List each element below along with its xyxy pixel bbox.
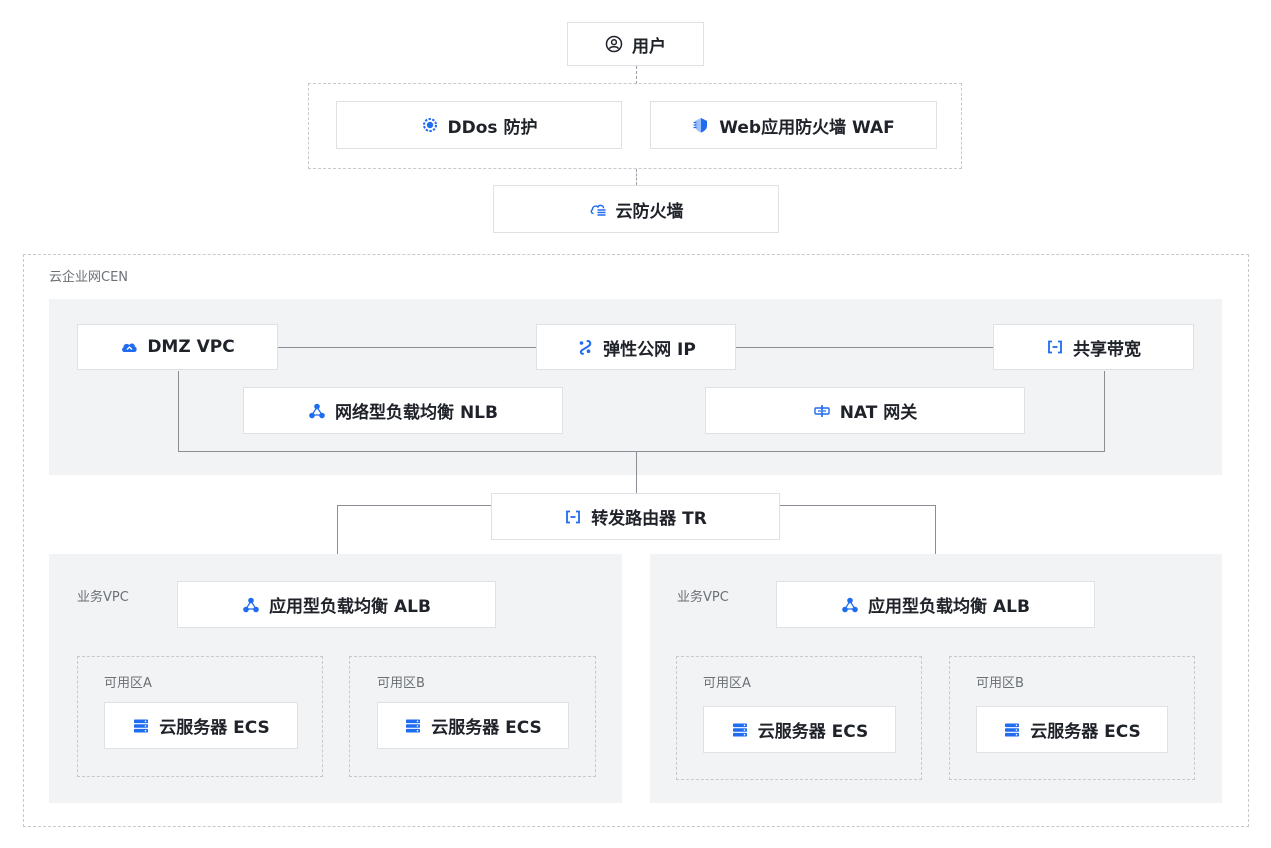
tr-node[interactable]: 转发路由器 TR — [491, 493, 780, 540]
waf-label: Web应用防火墙 WAF — [719, 117, 895, 138]
tr-label: 转发路由器 TR — [591, 509, 707, 529]
connector-dmz-down — [178, 371, 179, 452]
server-icon — [1003, 721, 1021, 739]
cloud-icon — [120, 338, 138, 356]
server-icon — [132, 717, 150, 735]
alb-label-1: 应用型负载均衡 ALB — [269, 597, 431, 617]
zone-a-label-1: 可用区A — [104, 676, 152, 691]
ecs-label-1b: 云服务器 ECS — [431, 718, 542, 738]
firewall-shield-icon — [692, 116, 710, 134]
server-icon — [404, 717, 422, 735]
user-node[interactable]: 用户 — [567, 22, 704, 66]
eip-label: 弹性公网 IP — [603, 339, 696, 360]
ddos-node[interactable]: DDos 防护 — [336, 101, 622, 149]
nat-label: NAT 网关 — [839, 403, 918, 423]
shared-bandwidth-label: 共享带宽 — [1073, 339, 1141, 360]
ecs-label-2a: 云服务器 ECS — [757, 722, 869, 742]
load-balancer-icon — [308, 402, 326, 420]
ddos-label: DDos 防护 — [447, 117, 538, 138]
ecs-label-1a: 云服务器 ECS — [159, 718, 270, 738]
connector-tr-left — [337, 505, 491, 506]
load-balancer-icon — [841, 596, 859, 614]
nlb-label: 网络型负载均衡 NLB — [335, 403, 498, 423]
alb-label-2: 应用型负载均衡 ALB — [868, 597, 1030, 617]
load-balancer-icon — [242, 596, 260, 614]
connector-bus-to-tr — [636, 451, 637, 493]
nat-node[interactable]: NAT 网关 — [705, 387, 1025, 434]
nlb-node[interactable]: 网络型负载均衡 NLB — [243, 387, 563, 434]
cen-label: 云企业网CEN — [49, 270, 129, 285]
connector-user-to-security — [636, 66, 637, 84]
eip-node[interactable]: 弹性公网 IP — [536, 324, 736, 370]
ecs-node-1a[interactable]: 云服务器 ECS — [104, 702, 298, 749]
user-circle-icon — [605, 35, 623, 53]
zone-a-label-2: 可用区A — [703, 676, 751, 691]
business-vpc-label-1: 业务VPC — [77, 590, 129, 605]
cloud-firewall-icon — [589, 200, 607, 218]
waf-node[interactable]: Web应用防火墙 WAF — [650, 101, 937, 149]
nat-gateway-icon — [813, 402, 831, 420]
connector-bandwidth-down — [1104, 371, 1105, 452]
alb-node-1[interactable]: 应用型负载均衡 ALB — [177, 581, 496, 628]
dmz-vpc-label: DMZ VPC — [147, 337, 235, 357]
connector-security-to-firewall — [636, 169, 637, 185]
shared-bandwidth-node[interactable]: 共享带宽 — [993, 324, 1194, 370]
cloud-firewall-label: 云防火墙 — [615, 201, 684, 222]
bracket-link-icon — [1046, 338, 1064, 356]
bracket-link-icon — [564, 508, 582, 526]
dmz-vpc-node[interactable]: DMZ VPC — [77, 324, 278, 370]
cloud-firewall-node[interactable]: 云防火墙 — [493, 185, 779, 233]
zone-b-label-1: 可用区B — [377, 676, 425, 691]
connector-tr-right — [780, 505, 936, 506]
shield-gear-icon — [421, 116, 439, 134]
user-label: 用户 — [632, 36, 666, 57]
connector-tr-right-down — [935, 505, 936, 554]
connector-dmz-eip — [278, 347, 536, 348]
connector-eip-bandwidth — [736, 347, 993, 348]
connector-tr-left-down — [337, 505, 338, 554]
business-vpc-label-2: 业务VPC — [677, 590, 729, 605]
ecs-node-2b[interactable]: 云服务器 ECS — [976, 706, 1168, 753]
connector-dmz-bus — [178, 451, 1105, 452]
elastic-ip-icon — [576, 338, 594, 356]
ecs-node-1b[interactable]: 云服务器 ECS — [377, 702, 569, 749]
alb-node-2[interactable]: 应用型负载均衡 ALB — [776, 581, 1095, 628]
server-icon — [731, 721, 749, 739]
ecs-label-2b: 云服务器 ECS — [1030, 722, 1141, 742]
ecs-node-2a[interactable]: 云服务器 ECS — [703, 706, 896, 753]
zone-b-label-2: 可用区B — [976, 676, 1024, 691]
